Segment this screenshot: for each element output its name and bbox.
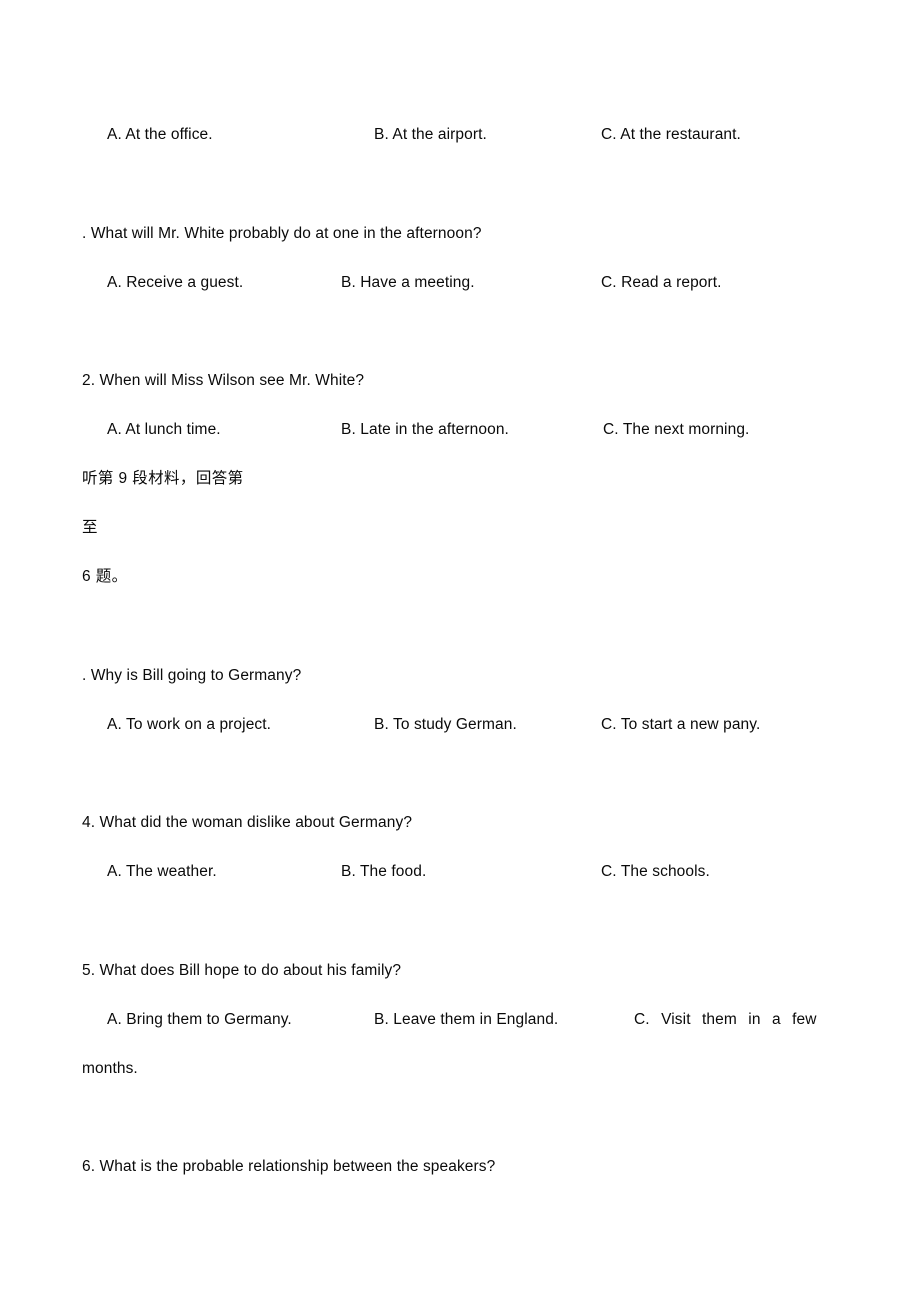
option-b: B. Have a meeting. [341,274,475,291]
option-b: B. Leave them in England. [374,1011,559,1028]
option-c: C. Read a report. [601,274,722,291]
option-c: C. Visit them in a few [634,1011,817,1028]
option-a: A. The weather. [107,863,217,880]
option-b: B. At the airport. [374,126,487,143]
option-row-white-afternoon: A. Receive a guest. B. Have a meeting. C… [0,273,920,297]
option-row-4: A. The weather. B. The food. C. The scho… [0,862,920,886]
question-text-6: 6. What is the probable relationship bet… [82,1158,496,1175]
option-a: A. At the office. [107,126,213,143]
option-c: C. The schools. [601,863,710,880]
option-a: A. To work on a project. [107,716,272,733]
option-b: B. To study German. [374,716,517,733]
option-c-continuation: months. [82,1060,138,1077]
question-text-2: 2. When will Miss Wilson see Mr. White? [82,372,365,389]
question-text-white-afternoon: . What will Mr. White probably do at one… [82,225,482,242]
question-text-5: 5. What does Bill hope to do about his f… [82,962,402,979]
option-row-bill-germany: A. To work on a project. B. To study Ger… [0,715,920,739]
instruction-line-2: 至 [82,519,98,536]
option-row-5: A. Bring them to Germany. B. Leave them … [0,1010,920,1034]
option-row-orphan-top: A. At the office. B. At the airport. C. … [0,125,920,149]
instruction-line-1: 听第 9 段材料，回答第 [82,470,244,487]
instruction-line-3: 6 题。 [82,568,128,585]
option-c: C. To start a new pany. [601,716,761,733]
exam-page: A. At the office. B. At the airport. C. … [0,0,920,1302]
option-b: B. The food. [341,863,427,880]
option-a: A. Receive a guest. [107,274,244,291]
option-c: C. The next morning. [603,421,750,438]
option-a: A. Bring them to Germany. [107,1011,292,1028]
option-c: C. At the restaurant. [601,126,741,143]
option-b: B. Late in the afternoon. [341,421,509,438]
option-a: A. At lunch time. [107,421,221,438]
question-text-bill-germany: . Why is Bill going to Germany? [82,667,302,684]
option-row-2: A. At lunch time. B. Late in the afterno… [0,420,920,444]
question-text-4: 4. What did the woman dislike about Germ… [82,814,413,831]
